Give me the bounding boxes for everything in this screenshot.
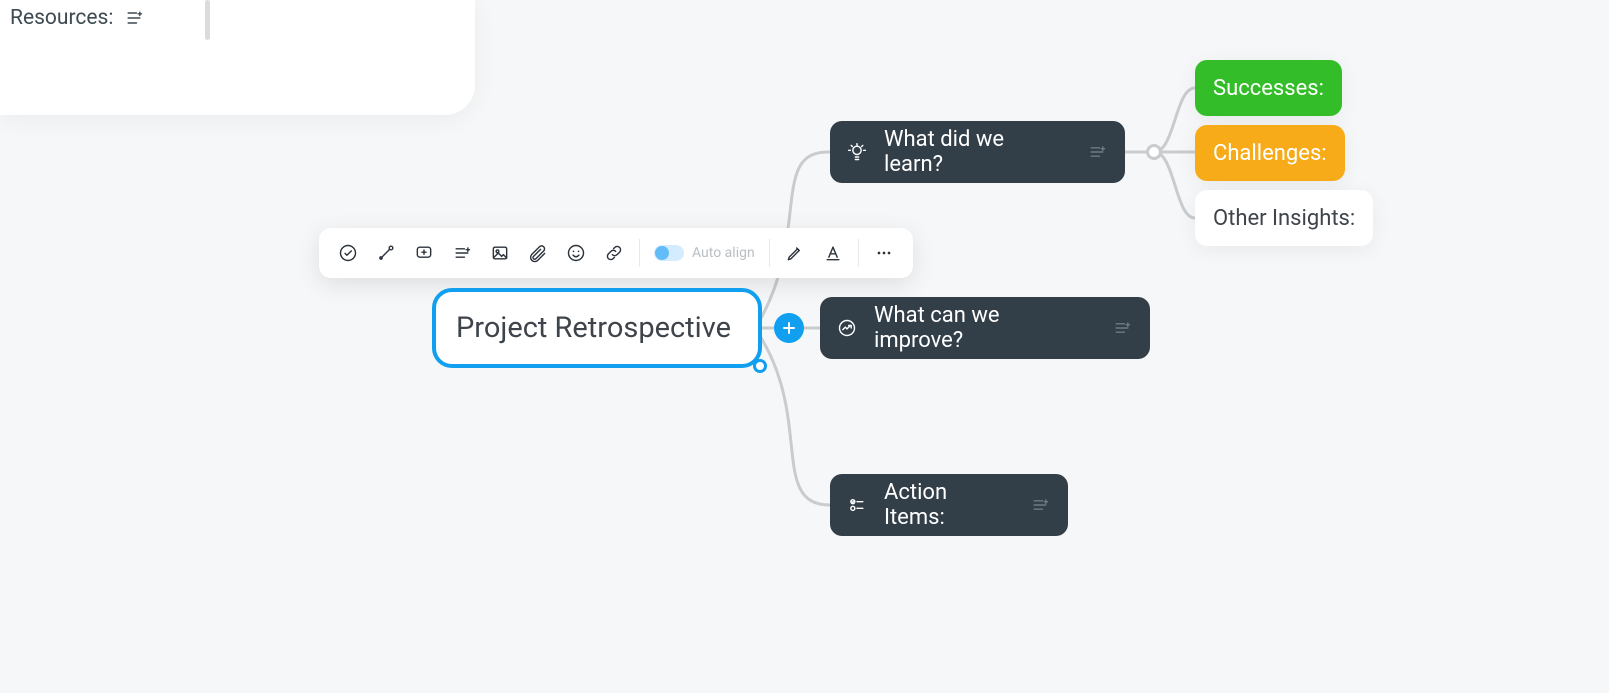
toolbar-separator bbox=[639, 239, 640, 267]
attach-file-button[interactable] bbox=[519, 234, 557, 272]
connect-nodes-button[interactable] bbox=[367, 234, 405, 272]
resources-node[interactable]: Resources: bbox=[10, 6, 145, 30]
add-notes-button[interactable] bbox=[443, 234, 481, 272]
text-color-button[interactable] bbox=[814, 234, 852, 272]
leaf-label: Other Insights: bbox=[1213, 206, 1355, 231]
node-toolbar: Auto align bbox=[319, 228, 913, 278]
resources-label-text: Resources: bbox=[10, 6, 113, 30]
leaf-node-successes[interactable]: Successes: bbox=[1195, 60, 1342, 116]
leaf-label: Challenges: bbox=[1213, 141, 1327, 166]
auto-align-toggle[interactable]: Auto align bbox=[646, 245, 763, 261]
auto-align-label: Auto align bbox=[692, 245, 755, 261]
notes-icon bbox=[1030, 495, 1050, 515]
toggle-switch[interactable] bbox=[654, 245, 684, 261]
notes-icon bbox=[1087, 142, 1107, 162]
leaf-node-challenges[interactable]: Challenges: bbox=[1195, 125, 1345, 181]
resize-handle[interactable] bbox=[753, 359, 767, 373]
leaf-label: Successes: bbox=[1213, 76, 1324, 101]
central-node[interactable]: Project Retrospective bbox=[432, 288, 762, 368]
leaf-node-other-insights[interactable]: Other Insights: bbox=[1195, 190, 1373, 246]
branch-label: What can we improve? bbox=[874, 303, 1092, 353]
branch-label: What did we learn? bbox=[884, 127, 1067, 177]
checklist-icon bbox=[844, 492, 870, 518]
divider-vertical bbox=[205, 0, 210, 40]
lightbulb-icon bbox=[844, 139, 870, 165]
mindmap-canvas[interactable]: Resources: bbox=[0, 0, 1609, 693]
add-link-button[interactable] bbox=[595, 234, 633, 272]
notes-icon bbox=[123, 7, 145, 29]
add-child-node-button[interactable] bbox=[774, 313, 804, 343]
highlight-color-button[interactable] bbox=[776, 234, 814, 272]
expand-collapse-handle[interactable] bbox=[1146, 144, 1162, 160]
branch-node-improve[interactable]: What can we improve? bbox=[820, 297, 1150, 359]
branch-node-action-items[interactable]: Action Items: bbox=[830, 474, 1068, 536]
branch-label: Action Items: bbox=[884, 480, 1010, 530]
add-image-button[interactable] bbox=[481, 234, 519, 272]
toolbar-separator bbox=[769, 239, 770, 267]
add-comment-button[interactable] bbox=[405, 234, 443, 272]
branch-node-learn[interactable]: What did we learn? bbox=[830, 121, 1125, 183]
more-options-button[interactable] bbox=[865, 234, 903, 272]
notes-icon bbox=[1112, 318, 1132, 338]
central-node-title: Project Retrospective bbox=[456, 311, 731, 345]
add-emoji-button[interactable] bbox=[557, 234, 595, 272]
toolbar-separator bbox=[858, 239, 859, 267]
trend-up-icon bbox=[834, 315, 860, 341]
task-toggle-button[interactable] bbox=[329, 234, 367, 272]
scratchpad-panel: Resources: bbox=[0, 0, 475, 115]
